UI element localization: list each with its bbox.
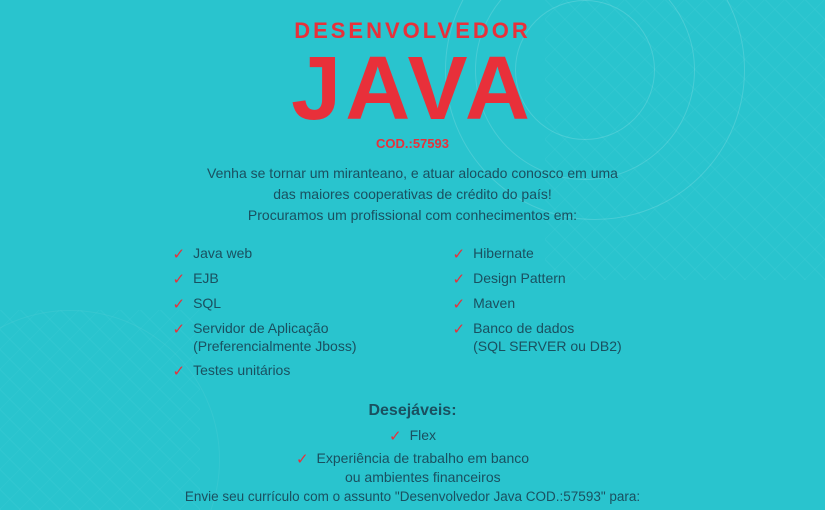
- skill-item-ejb: ✓ EJB: [173, 269, 373, 288]
- description: Venha se tornar um miranteano, e atuar a…: [0, 163, 825, 226]
- skill-text: Servidor de Aplicação(Preferencialmente …: [193, 319, 356, 355]
- desejav-section: Desejáveis: ✓ Flex ✓ Experiência de trab…: [0, 402, 825, 485]
- checkmark-icon: ✓: [453, 270, 466, 288]
- skill-text: Java web: [193, 244, 252, 262]
- skill-text: SQL: [193, 294, 221, 312]
- bottom-text: Envie seu currículo com o assunto "Desen…: [0, 489, 825, 510]
- checkmark-icon: ✓: [453, 245, 466, 263]
- checkmark-icon: ✓: [453, 320, 466, 338]
- checkmark-icon: ✓: [173, 270, 186, 288]
- java-title: JAVA: [0, 44, 825, 134]
- skill-item-hibernate: ✓ Hibernate: [453, 244, 653, 263]
- skill-text: EJB: [193, 269, 219, 287]
- skill-item-sql: ✓ SQL: [173, 294, 373, 313]
- skill-text: Banco de dados(SQL SERVER ou DB2): [473, 319, 622, 355]
- skill-item-designpattern: ✓ Design Pattern: [453, 269, 653, 288]
- desc-line3: Procuramos um profissional com conhecime…: [0, 205, 825, 226]
- skill-item-servidor: ✓ Servidor de Aplicação(Preferencialment…: [173, 319, 373, 355]
- skills-section: ✓ Java web ✓ EJB ✓ SQL ✓ Servidor de Apl…: [0, 244, 825, 386]
- checkmark-icon: ✓: [453, 295, 466, 313]
- skill-text: Maven: [473, 294, 515, 312]
- checkmark-icon: ✓: [173, 362, 186, 380]
- checkmark-icon: ✓: [173, 245, 186, 263]
- desejav-item-flex: ✓ Flex: [389, 426, 436, 445]
- skill-text: Design Pattern: [473, 269, 566, 287]
- desejav-items: ✓ Flex ✓ Experiência de trabalho em banc…: [0, 426, 825, 485]
- skill-item-javaweb: ✓ Java web: [173, 244, 373, 263]
- skill-item-maven: ✓ Maven: [453, 294, 653, 313]
- checkmark-icon: ✓: [296, 450, 309, 468]
- checkmark-icon: ✓: [389, 427, 402, 445]
- cod-label: COD.:57593: [0, 136, 825, 151]
- desc-line1: Venha se tornar um miranteano, e atuar a…: [0, 163, 825, 184]
- skill-text: Hibernate: [473, 244, 534, 262]
- desejav-title: Desejáveis:: [0, 402, 825, 420]
- skill-item-testes: ✓ Testes unitários: [173, 361, 373, 380]
- checkmark-icon: ✓: [173, 295, 186, 313]
- skill-text: Testes unitários: [193, 361, 290, 379]
- skills-right-col: ✓ Hibernate ✓ Design Pattern ✓ Maven ✓ B…: [453, 244, 653, 386]
- skills-left-col: ✓ Java web ✓ EJB ✓ SQL ✓ Servidor de Apl…: [173, 244, 373, 386]
- skill-item-banco: ✓ Banco de dados(SQL SERVER ou DB2): [453, 319, 653, 355]
- checkmark-icon: ✓: [173, 320, 186, 338]
- desc-line2: das maiores cooperativas de crédito do p…: [0, 184, 825, 205]
- skill-text: Flex: [410, 426, 436, 444]
- skill-text: Experiência de trabalho em bancoou ambie…: [317, 449, 529, 485]
- main-content: DESENVOLVEDOR JAVA COD.:57593 Venha se t…: [0, 0, 825, 486]
- desejav-item-experiencia: ✓ Experiência de trabalho em bancoou amb…: [296, 449, 529, 485]
